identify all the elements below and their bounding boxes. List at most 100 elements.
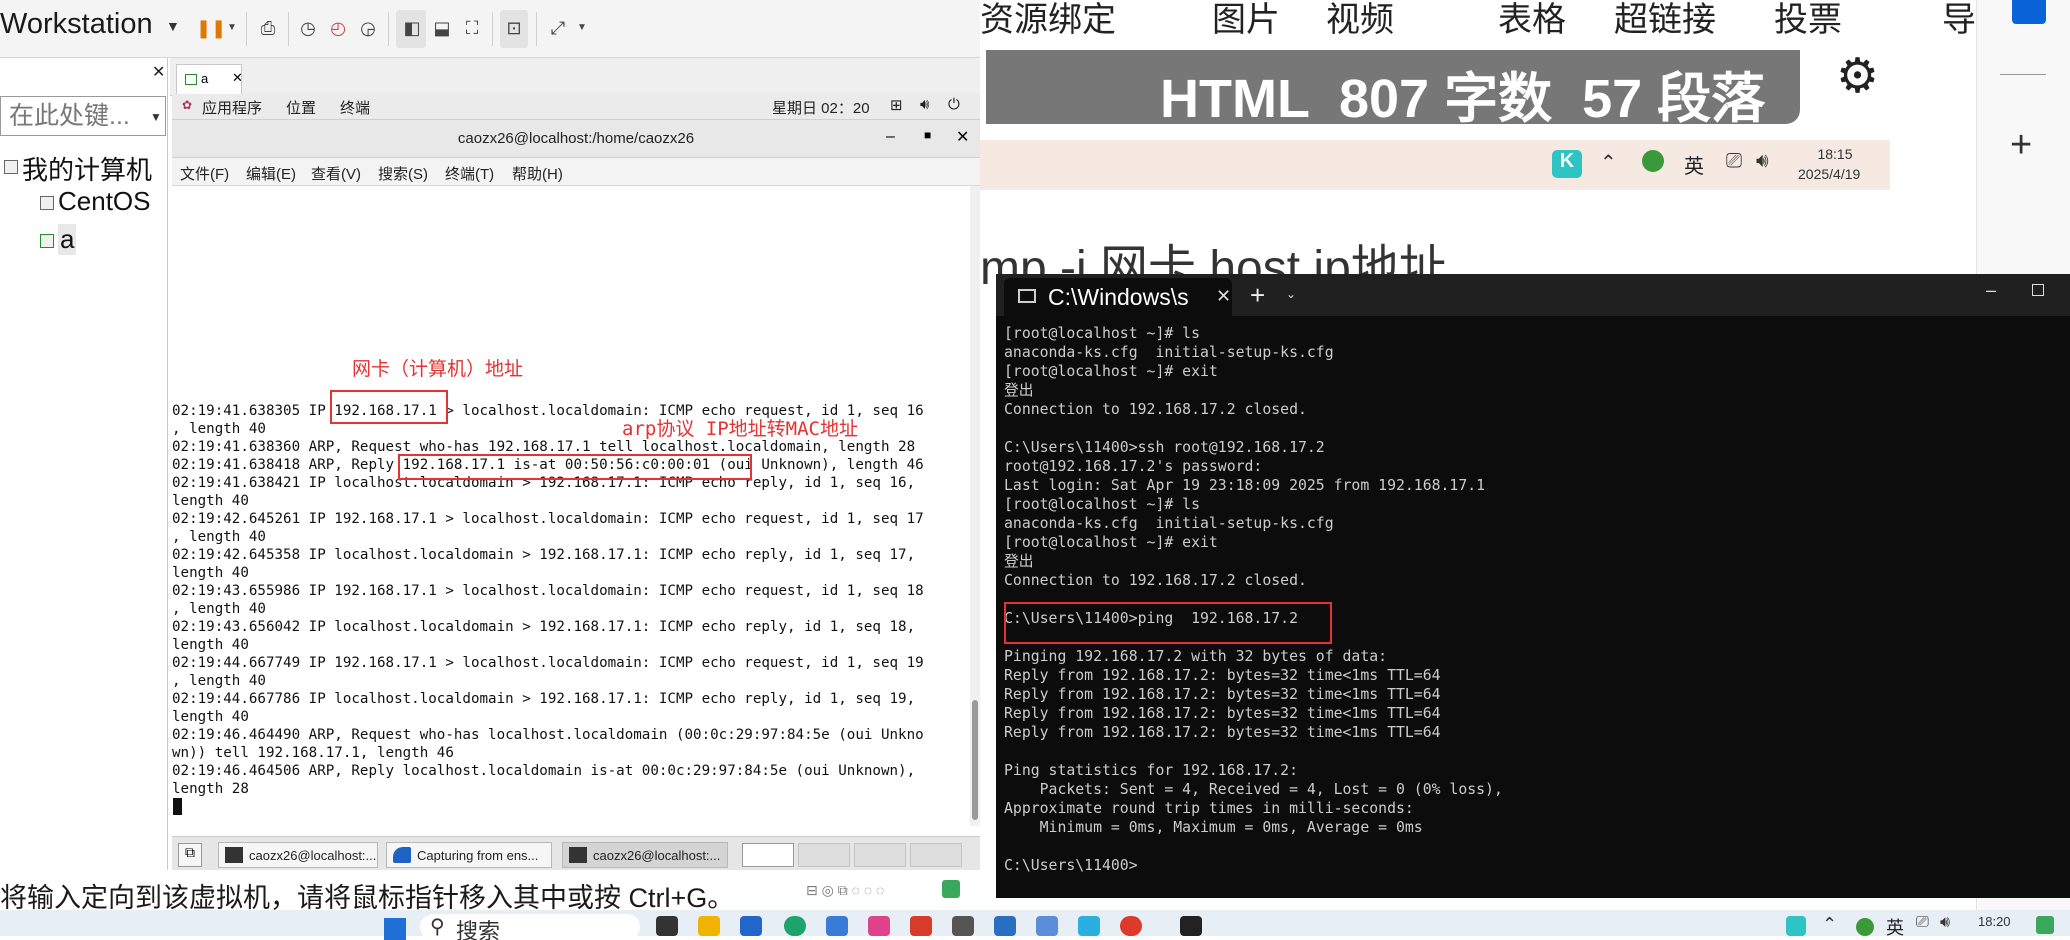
network-icon[interactable]: ⊞ xyxy=(890,96,903,114)
tree-item-centos[interactable]: CentOS xyxy=(58,186,151,217)
pause-icon[interactable]: ❚❚ xyxy=(196,16,226,40)
chevron-down-icon[interactable]: ▼ xyxy=(150,110,162,124)
workspace-4[interactable] xyxy=(910,843,962,867)
file-explorer-icon[interactable] xyxy=(698,916,720,936)
tray-app-icon[interactable] xyxy=(1642,150,1664,172)
menu-table[interactable]: 表格 xyxy=(1498,0,1566,41)
terminal-output[interactable]: 02:19:41.638305 IP 192.168.17.1 > localh… xyxy=(172,186,972,826)
notification-icon[interactable] xyxy=(2036,916,2054,934)
gnome-places-menu[interactable]: 位置 xyxy=(286,97,316,118)
plus-icon[interactable]: + xyxy=(2010,124,2032,167)
menu-terminal[interactable]: 终端(T) xyxy=(445,163,494,184)
volume-icon[interactable]: 🔊︎ xyxy=(920,96,929,113)
menu-view[interactable]: 查看(V) xyxy=(311,163,361,184)
vmware-app-title[interactable]: Workstation xyxy=(0,8,153,41)
menu-import[interactable]: 导 xyxy=(1942,0,1976,41)
message-icon[interactable] xyxy=(942,880,960,898)
menu-vote[interactable]: 投票 xyxy=(1774,0,1842,41)
taskbar-time[interactable]: 18:20 xyxy=(1978,914,2011,929)
taskbar-search[interactable]: ⚲ 搜索 xyxy=(420,914,640,940)
close-icon[interactable]: ✕ xyxy=(956,127,969,147)
terminal-taskbar-icon[interactable] xyxy=(1180,916,1202,936)
settings-icon[interactable] xyxy=(952,916,974,936)
menu-video[interactable]: 视频 xyxy=(1326,0,1394,41)
tray-app-icon[interactable] xyxy=(1856,918,1874,936)
snapshot-manager-icon[interactable]: ◶ xyxy=(356,16,380,40)
revert-snapshot-icon[interactable]: ◴ xyxy=(326,16,350,40)
app-icon-cyan[interactable] xyxy=(1078,916,1100,936)
chevron-down-icon[interactable]: ▼ xyxy=(570,16,594,40)
chevron-up-icon[interactable]: ⌃ xyxy=(1600,150,1617,175)
close-icon[interactable]: ✕ xyxy=(232,70,243,86)
wt-line: C:\Users\11400> xyxy=(1004,857,1138,874)
network-icon[interactable]: ⎚ xyxy=(1916,914,1929,932)
gnome-terminal-menu[interactable]: 终端 xyxy=(340,97,370,118)
workspace-1[interactable] xyxy=(742,843,794,867)
task-wireshark[interactable]: Capturing from ens... xyxy=(386,842,552,868)
volume-icon[interactable]: 🔊︎ xyxy=(1940,914,1950,932)
menu-file[interactable]: 文件(F) xyxy=(180,163,229,184)
menu-image[interactable]: 图片 xyxy=(1212,0,1280,41)
chevron-down-icon[interactable]: ▼ xyxy=(166,18,180,34)
maximize-icon[interactable] xyxy=(2032,284,2044,296)
stretch-icon[interactable]: ⤢ xyxy=(546,16,570,40)
close-icon[interactable]: ✕ xyxy=(152,62,165,82)
vmware-icon[interactable] xyxy=(994,916,1016,936)
ime-indicator[interactable]: 英 xyxy=(1886,914,1904,940)
menu-resource-binding[interactable]: 资源绑定 xyxy=(980,0,1116,41)
minimize-icon[interactable]: – xyxy=(886,128,895,146)
wps-icon[interactable] xyxy=(910,916,932,936)
new-tab-icon[interactable]: + xyxy=(1250,280,1265,311)
app-icon-pink[interactable] xyxy=(868,916,890,936)
outlook-icon[interactable] xyxy=(2012,0,2046,24)
device-status-icons[interactable]: ⊟ ◎ ⧉ ◌ ◌ ◌ xyxy=(806,882,884,899)
workspace-3[interactable] xyxy=(854,843,906,867)
menu-help[interactable]: 帮助(H) xyxy=(512,163,563,184)
library-search-input[interactable]: 在此处键... xyxy=(0,96,166,136)
app-k-icon[interactable]: K xyxy=(1552,150,1582,178)
tray-time[interactable]: 18:15 xyxy=(1800,146,1870,162)
menu-edit[interactable]: 编辑(E) xyxy=(246,163,296,184)
wt-line: Reply from 192.168.17.2: bytes=32 time<1… xyxy=(1004,724,1441,741)
fullscreen-icon[interactable]: ⛶ xyxy=(460,16,484,40)
edge-icon[interactable] xyxy=(784,916,806,936)
close-icon[interactable]: ✕ xyxy=(1216,286,1231,307)
tray-date[interactable]: 2025/4/19 xyxy=(1798,166,1860,182)
menu-search[interactable]: 搜索(S) xyxy=(378,163,428,184)
console-view-icon[interactable]: ⊡ xyxy=(502,16,526,40)
power-icon[interactable]: ⏻ xyxy=(948,96,960,113)
store-icon[interactable] xyxy=(740,916,762,936)
wt-output[interactable]: [root@localhost ~]# ls anaconda-ks.cfg in… xyxy=(1004,324,2064,894)
app-icon-blue[interactable] xyxy=(1036,916,1058,936)
tree-item-my-computer[interactable]: 我的计算机 xyxy=(22,150,152,187)
chevron-down-icon[interactable]: ▼ xyxy=(220,16,244,40)
terminal-scroll-thumb[interactable] xyxy=(972,700,978,820)
maximize-icon[interactable]: ■ xyxy=(924,128,931,142)
task-view-icon[interactable] xyxy=(656,916,678,936)
wt-tab[interactable]: C:\Windows\s ✕ xyxy=(1004,278,1232,316)
network-icon[interactable]: ⎚ xyxy=(1726,150,1742,173)
send-keys-icon[interactable]: ⎙ xyxy=(256,16,280,40)
task-terminal-1[interactable]: caozx26@localhost:... xyxy=(218,842,378,868)
volume-icon[interactable]: 🔊︎ xyxy=(1756,150,1769,173)
windows-start-icon[interactable] xyxy=(384,918,406,940)
ime-indicator[interactable]: 英 xyxy=(1684,150,1704,179)
workspace-2[interactable] xyxy=(798,843,850,867)
thumbnail-view-icon[interactable]: ⬓ xyxy=(430,16,454,40)
gear-icon[interactable]: ⚙ xyxy=(1836,48,1879,104)
gnome-applications-menu[interactable]: 应用程序 xyxy=(202,97,262,118)
task-terminal-2[interactable]: caozx26@localhost:... xyxy=(562,842,728,868)
snapshot-icon[interactable]: ◷ xyxy=(296,16,320,40)
menu-hyperlink[interactable]: 超链接 xyxy=(1614,0,1716,41)
terminal-line: wn)) tell 192.168.17.1, length 46 xyxy=(172,745,454,761)
chevron-up-icon[interactable]: ⌃ xyxy=(1822,914,1837,935)
photos-icon[interactable] xyxy=(826,916,848,936)
show-desktop-icon[interactable]: ⧉ xyxy=(178,843,202,867)
chevron-down-icon[interactable]: ⌄ xyxy=(1286,287,1296,301)
minimize-icon[interactable]: – xyxy=(1986,280,1996,301)
app-k-icon[interactable] xyxy=(1786,916,1806,936)
chrome-icon[interactable] xyxy=(1120,916,1142,936)
library-view-icon[interactable]: ◧ xyxy=(400,16,424,40)
gnome-clock[interactable]: 星期日 02：20 xyxy=(772,97,870,118)
tree-item-a[interactable]: a xyxy=(58,224,77,255)
